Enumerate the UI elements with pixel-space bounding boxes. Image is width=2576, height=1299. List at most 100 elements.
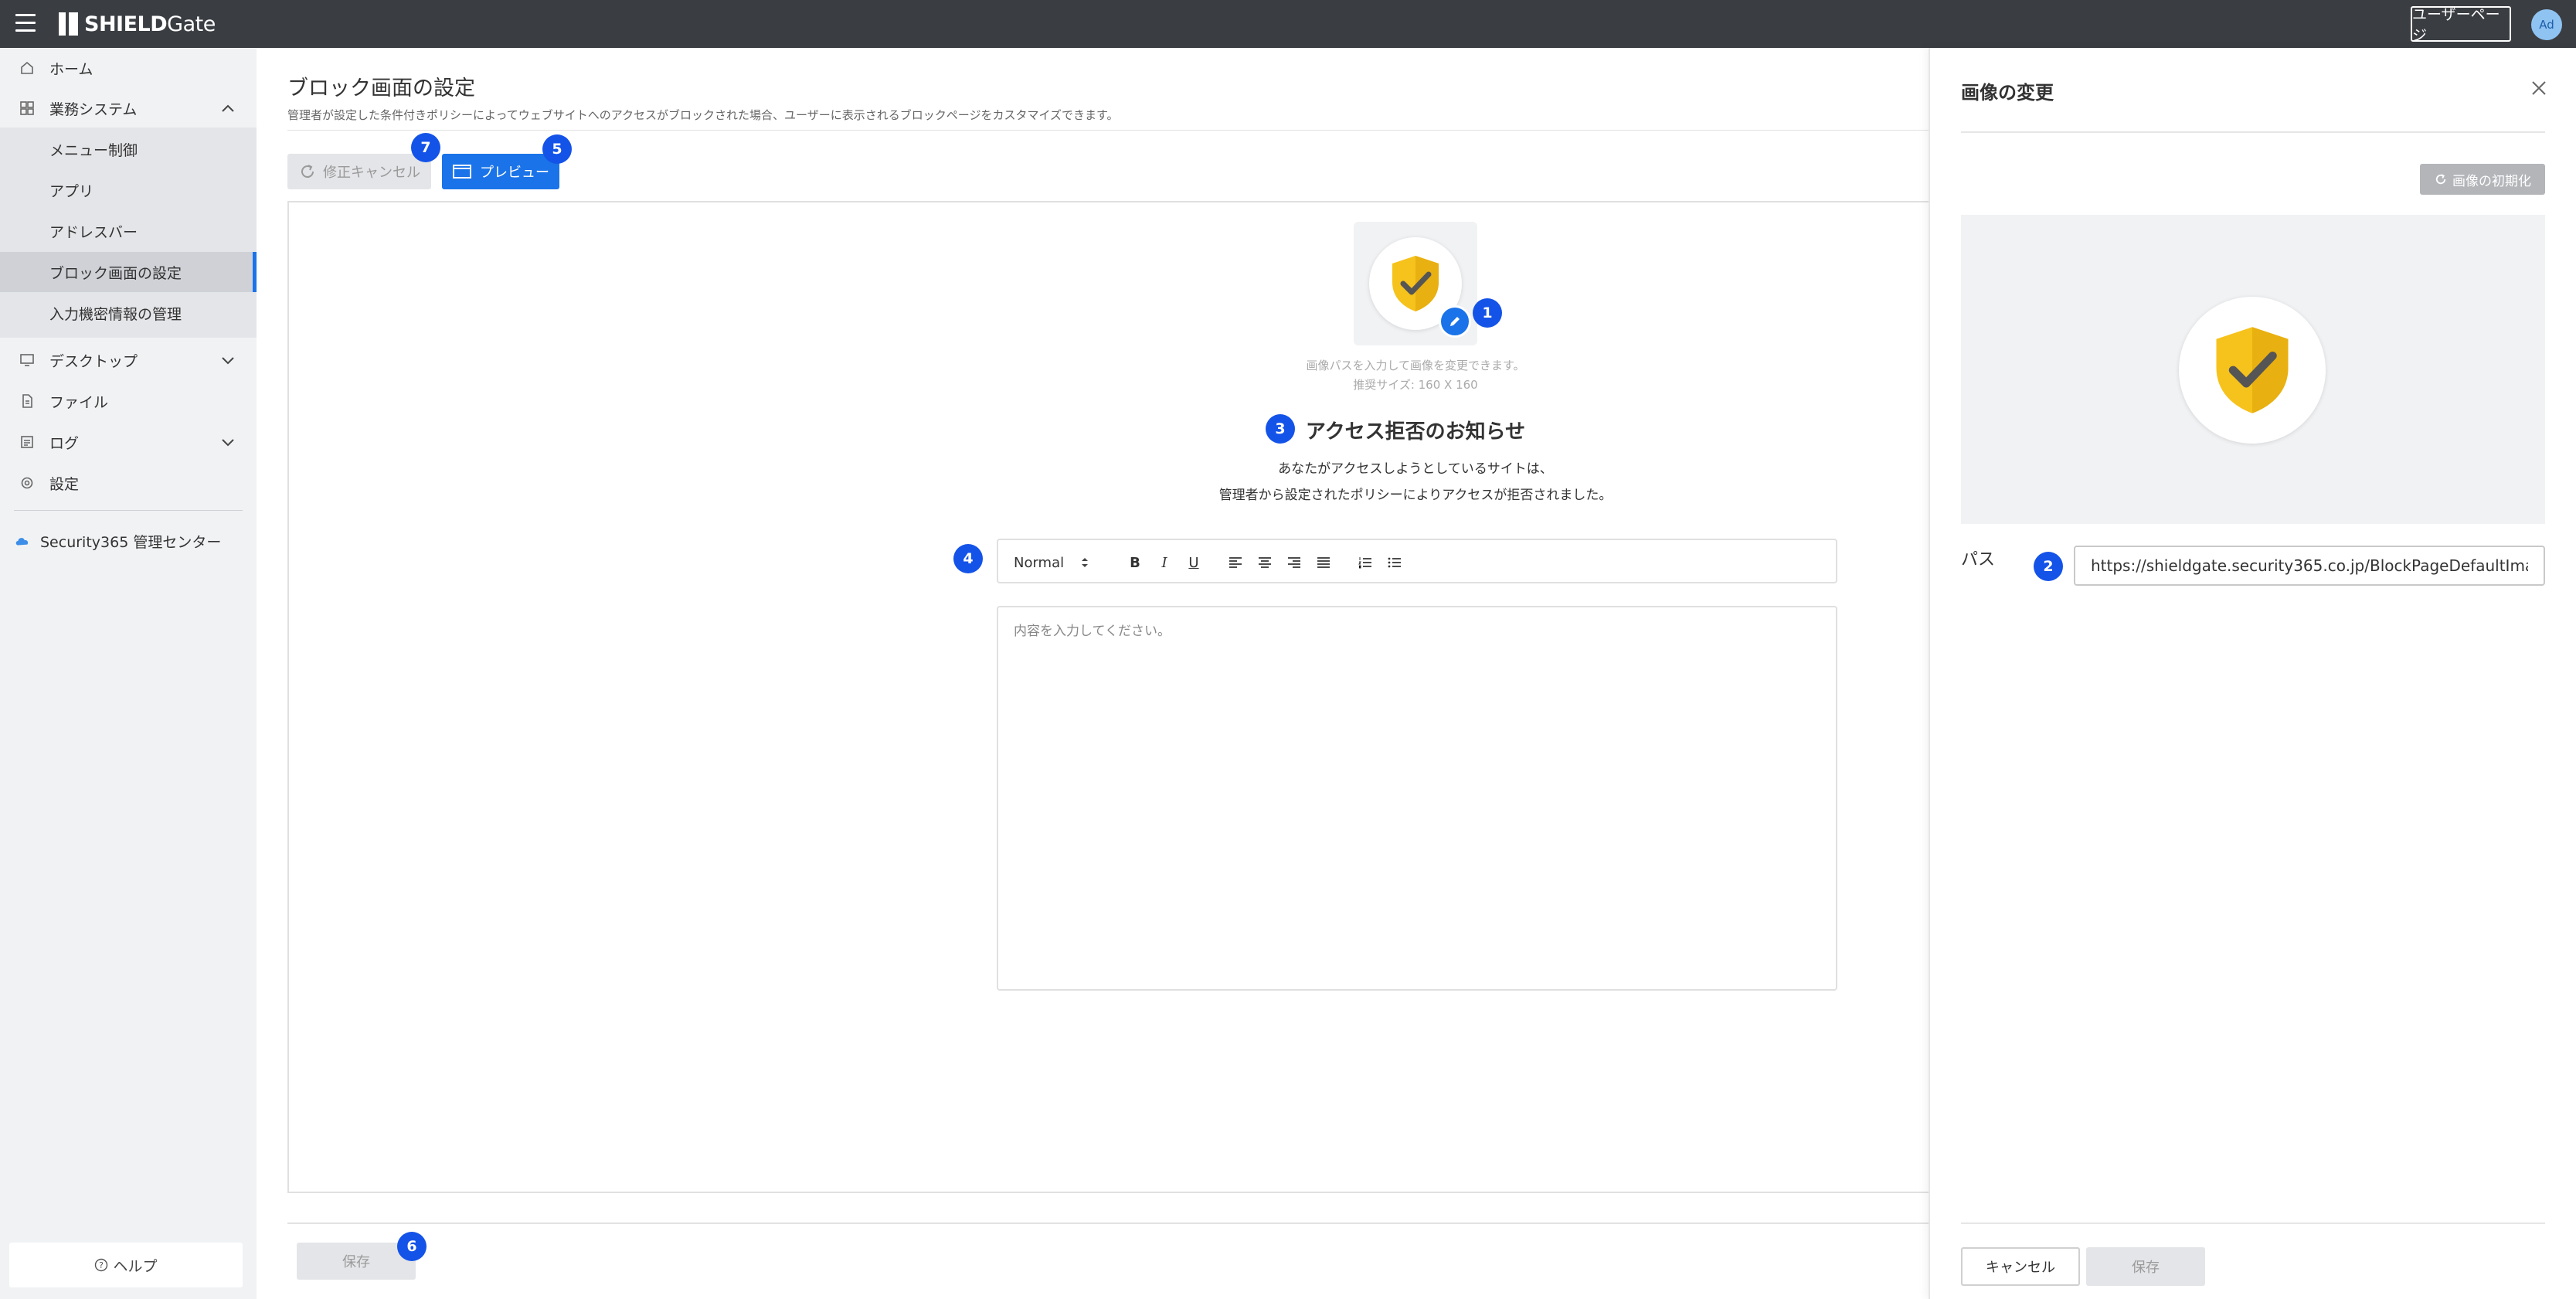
align-justify-button[interactable]: [1310, 540, 1337, 585]
sidebar-item-log[interactable]: ログ: [0, 422, 257, 462]
close-icon[interactable]: [2527, 76, 2551, 100]
bold-button[interactable]: B: [1122, 540, 1148, 585]
avatar[interactable]: Ad: [2531, 9, 2562, 40]
badge-2: 2: [2034, 552, 2063, 581]
align-right-button[interactable]: [1281, 540, 1307, 585]
cloud-icon: [14, 532, 31, 549]
sidebar-item-label: デスクトップ: [49, 352, 138, 370]
sidebar-item-label: アプリ: [49, 182, 94, 200]
recommended-size-hint: 推奨サイズ: 160 X 160: [1353, 378, 1478, 392]
align-left-button[interactable]: [1222, 540, 1249, 585]
sidebar-item-block-page-settings[interactable]: ブロック画面の設定: [0, 252, 257, 292]
italic-button[interactable]: I: [1151, 540, 1178, 585]
top-bar: SHIELDGate ユーザーページ Ad: [0, 0, 2576, 48]
notice-line-2[interactable]: 管理者から設定されたポリシーによりアクセスが拒否されました。: [1106, 484, 1725, 503]
image-hint: 画像パスを入力して画像を変更できます。: [1306, 359, 1525, 372]
window-icon: [452, 164, 472, 179]
help-icon: ?: [94, 1258, 108, 1272]
help-label: ヘルプ: [113, 1257, 158, 1275]
logo-mark-icon: [59, 12, 78, 36]
divider: [287, 130, 1929, 131]
refresh-icon: [298, 162, 317, 181]
badge-6: 6: [397, 1232, 427, 1261]
sidebar-item-file[interactable]: ファイル: [0, 381, 257, 421]
badge-5: 5: [542, 134, 572, 164]
sidebar-item-business-system[interactable]: 業務システム: [0, 88, 257, 128]
refresh-icon: [2434, 172, 2448, 186]
sidebar-item-address-bar[interactable]: アドレスバー: [0, 211, 257, 251]
sidebar-item-label: アドレスバー: [49, 223, 138, 241]
edit-image-button[interactable]: [1439, 305, 1471, 338]
badge-4: 4: [953, 544, 983, 573]
badge-1: 1: [1473, 298, 1502, 328]
hamburger-menu-icon[interactable]: [15, 14, 36, 32]
notice-title[interactable]: アクセス拒否のお知らせ: [1184, 416, 1647, 444]
divider: [1961, 131, 2545, 133]
format-select[interactable]: Normal: [1014, 540, 1106, 585]
sidebar-divider: [14, 510, 243, 511]
sidebar-item-label: 設定: [49, 475, 80, 493]
panel-save-button[interactable]: 保存: [2086, 1247, 2205, 1286]
svg-text:?: ?: [100, 1260, 104, 1270]
image-preview: [1961, 215, 2545, 524]
pencil-icon: [1447, 314, 1463, 329]
sidebar: ホーム 業務システム メニュー制御 アプリ アドレスバー ブロック画面の設定 入…: [0, 48, 257, 1299]
sidebar-item-label: ブロック画面の設定: [49, 264, 182, 282]
sidebar-item-label: ファイル: [49, 393, 109, 411]
sidebar-item-sensitive-input[interactable]: 入力機密情報の管理: [0, 293, 257, 333]
bullet-list-icon: [1388, 556, 1402, 569]
shield-check-icon: [2179, 297, 2326, 444]
page-title: ブロック画面の設定: [287, 77, 475, 100]
format-select-value: Normal: [1014, 554, 1065, 571]
home-icon: [19, 60, 36, 77]
preview-button[interactable]: プレビュー: [442, 154, 559, 189]
align-left-icon: [1229, 556, 1242, 569]
page-description: 管理者が設定した条件付きポリシーによってウェブサイトへのアクセスがブロックされた…: [287, 108, 1119, 122]
badge-7: 7: [411, 133, 440, 162]
divider: [287, 1222, 1929, 1224]
panel-cancel-button[interactable]: キャンセル: [1961, 1247, 2080, 1286]
monitor-icon: [19, 352, 36, 369]
bullet-list-button[interactable]: [1381, 540, 1408, 585]
align-justify-icon: [1317, 556, 1330, 569]
sidebar-item-settings[interactable]: 設定: [0, 463, 257, 503]
sidebar-item-label: 入力機密情報の管理: [49, 305, 182, 323]
editor-placeholder: 内容を入力してください。: [1014, 624, 1171, 639]
path-label: パス: [1961, 550, 1996, 570]
sidebar-item-label: Security365 管理センター: [40, 533, 222, 551]
align-center-button[interactable]: [1252, 540, 1278, 585]
sidebar-item-desktop[interactable]: デスクトップ: [0, 340, 257, 380]
ordered-list-button[interactable]: [1352, 540, 1378, 585]
sidebar-item-label: ホーム: [49, 60, 93, 78]
image-change-panel: 画像の変更 画像の初期化 パス 2 キャンセル 保存: [1929, 48, 2576, 1299]
main-content: ブロック画面の設定 管理者が設定した条件付きポリシーによってウェブサイトへのアク…: [257, 48, 1929, 1299]
chevron-down-icon: [221, 353, 235, 368]
reset-image-button[interactable]: 画像の初期化: [2420, 164, 2545, 195]
sidebar-item-security365[interactable]: Security365 管理センター: [0, 521, 257, 561]
updown-chevron-icon: [1081, 556, 1089, 569]
notice-line-1[interactable]: あなたがアクセスしようとしているサイトは、: [1106, 457, 1725, 477]
sidebar-item-label: ログ: [49, 434, 80, 452]
sidebar-item-label: 業務システム: [49, 100, 138, 118]
chevron-up-icon: [221, 101, 235, 116]
underline-button[interactable]: U: [1181, 540, 1207, 585]
gear-icon: [19, 474, 36, 491]
user-page-button[interactable]: ユーザーページ: [2411, 6, 2511, 44]
help-button[interactable]: ? ヘルプ: [9, 1243, 243, 1287]
align-right-icon: [1287, 556, 1301, 569]
cancel-edit-button[interactable]: 修正キャンセル: [287, 154, 431, 189]
image-path-input[interactable]: [2074, 546, 2545, 586]
sidebar-item-apps[interactable]: アプリ: [0, 170, 257, 210]
shieldgate-logo[interactable]: SHIELDGate: [59, 11, 216, 37]
sidebar-item-menu-control[interactable]: メニュー制御: [0, 129, 257, 169]
panel-title: 画像の変更: [1961, 82, 2054, 104]
grid-icon: [19, 100, 36, 117]
content-editor[interactable]: 内容を入力してください。: [997, 606, 1837, 991]
sidebar-item-label: メニュー制御: [49, 141, 138, 159]
chevron-down-icon: [221, 435, 235, 450]
divider: [1961, 1222, 2545, 1224]
cancel-edit-label: 修正キャンセル: [323, 165, 420, 181]
rich-text-toolbar: Normal B I U: [997, 539, 1837, 583]
sidebar-item-home[interactable]: ホーム: [0, 48, 257, 88]
file-icon: [19, 393, 36, 410]
